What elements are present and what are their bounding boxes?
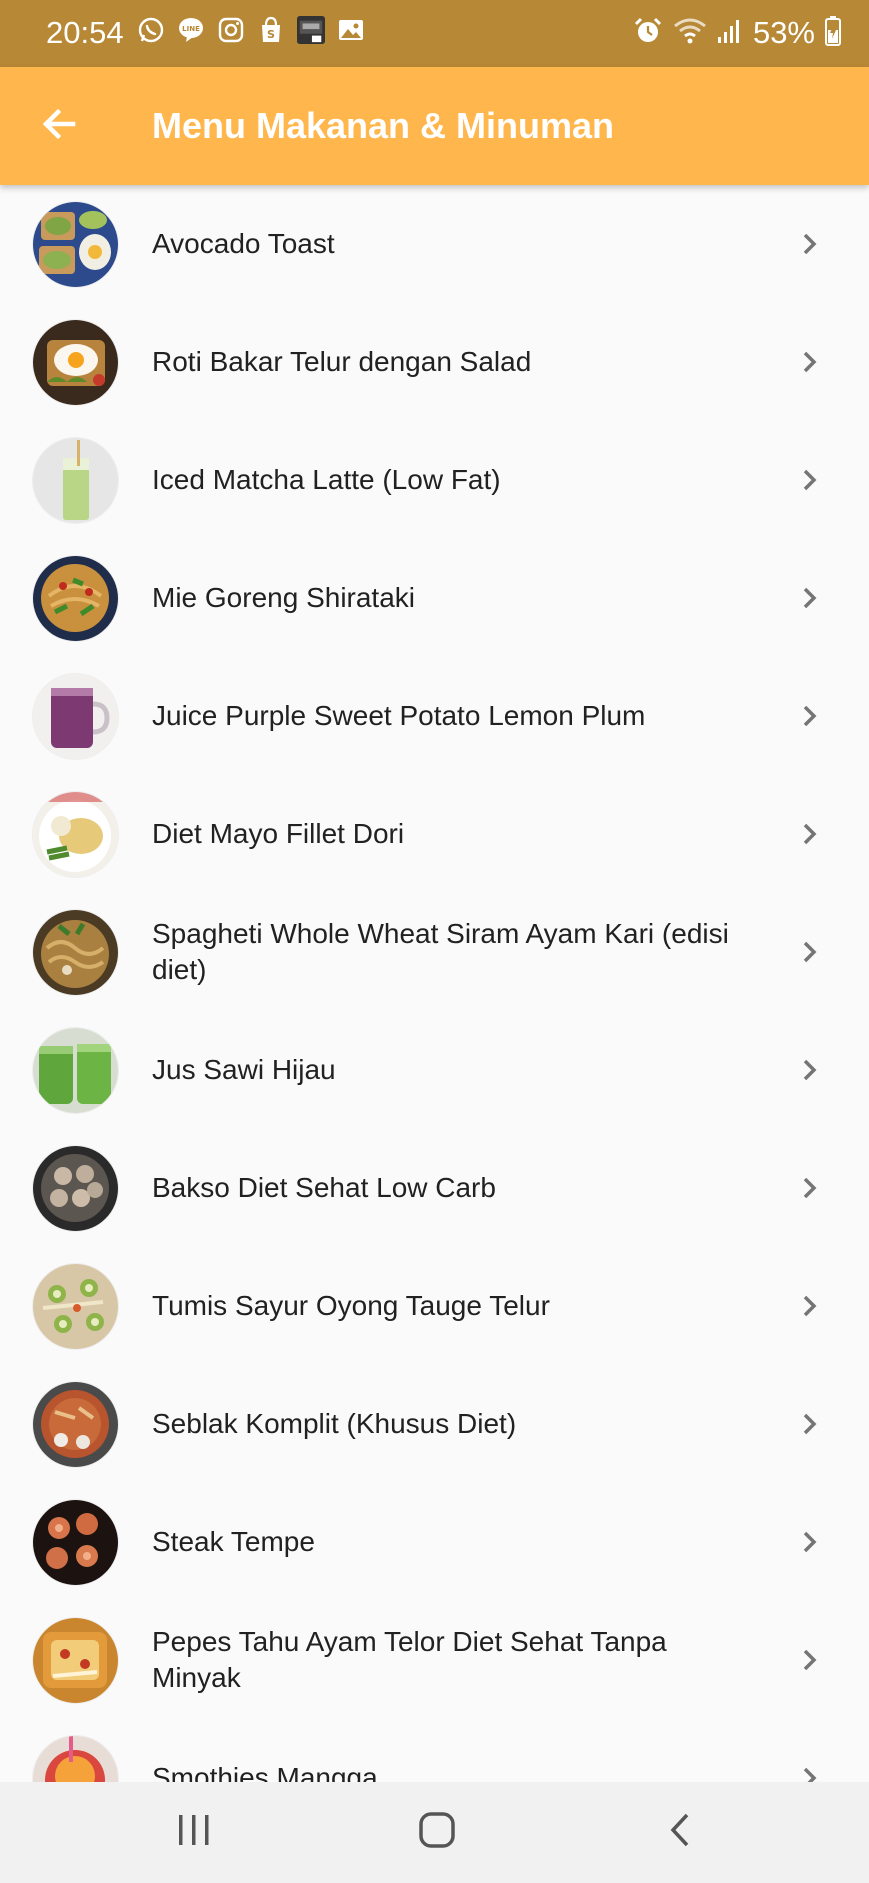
arrow-back-icon	[39, 104, 79, 149]
menu-item-bakso-diet[interactable]: Bakso Diet Sehat Low Carb	[0, 1129, 869, 1247]
status-bar: 20:54 LINE S 53%	[0, 0, 869, 67]
menu-item-steak-tempe[interactable]: Steak Tempe	[0, 1483, 869, 1601]
menu-item-label: Seblak Komplit (Khusus Diet)	[152, 1408, 517, 1439]
home-button[interactable]	[402, 1804, 472, 1860]
menu-item-label: Iced Matcha Latte (Low Fat)	[152, 464, 501, 495]
food-thumbnail	[33, 1264, 118, 1349]
menu-item-spagheti-whole-wheat[interactable]: Spagheti Whole Wheat Siram Ayam Kari (ed…	[0, 893, 869, 1011]
food-thumbnail	[33, 1736, 118, 1782]
chevron-right-icon	[796, 934, 824, 970]
food-thumbnail	[33, 792, 118, 877]
battery-icon	[825, 15, 841, 51]
menu-item-label: Avocado Toast	[152, 228, 335, 259]
home-icon	[418, 1811, 456, 1854]
chevron-right-icon	[796, 1288, 824, 1324]
svg-text:LINE: LINE	[182, 25, 200, 33]
chevron-right-icon	[796, 580, 824, 616]
svg-text:S: S	[267, 28, 275, 41]
menu-item-tumis-sayur-oyong[interactable]: Tumis Sayur Oyong Tauge Telur	[0, 1247, 869, 1365]
food-thumbnail	[33, 1028, 118, 1113]
chevron-right-icon	[796, 1406, 824, 1442]
food-thumbnail	[33, 320, 118, 405]
menu-item-label: Mie Goreng Shirataki	[152, 582, 416, 613]
system-status-icons: 53%	[633, 14, 841, 52]
food-thumbnail	[33, 1146, 118, 1231]
food-thumbnail	[33, 1500, 118, 1585]
chevron-right-icon	[796, 462, 824, 498]
food-thumbnail	[33, 202, 118, 287]
status-time: 20:54	[46, 15, 124, 50]
game-icon	[297, 16, 325, 44]
chevron-right-icon	[796, 698, 824, 734]
battery-percent: 53%	[752, 15, 815, 50]
menu-item-label: Steak Tempe	[152, 1526, 315, 1557]
menu-item-label: Juice Purple Sweet Potato Lemon Plum	[152, 700, 646, 731]
menu-item-label: Diet Mayo Fillet Dori	[152, 818, 405, 849]
menu-item-diet-mayo-fillet-dori[interactable]: Diet Mayo Fillet Dori	[0, 775, 869, 893]
notification-icons: LINE S	[137, 16, 365, 44]
menu-item-label: Pepes Tahu Ayam Telor Diet Sehat Tanpa M…	[152, 1626, 667, 1693]
menu-item-mie-goreng-shirataki[interactable]: Mie Goreng Shirataki	[0, 539, 869, 657]
food-thumbnail	[33, 438, 118, 523]
menu-item-smothies-mangga[interactable]: Smothies Mangga	[0, 1719, 869, 1782]
chevron-right-icon	[796, 1052, 824, 1088]
chevron-right-icon	[796, 226, 824, 262]
menu-item-roti-bakar[interactable]: Roti Bakar Telur dengan Salad	[0, 303, 869, 421]
menu-item-avocado-toast[interactable]: Avocado Toast	[0, 185, 869, 303]
shopee-icon: S	[257, 16, 285, 44]
chevron-right-icon	[796, 1524, 824, 1560]
back-icon	[666, 1811, 694, 1854]
food-thumbnail	[33, 1618, 118, 1703]
menu-item-label: Bakso Diet Sehat Low Carb	[152, 1172, 496, 1203]
menu-item-pepes-tahu-ayam[interactable]: Pepes Tahu Ayam Telor Diet Sehat Tanpa M…	[0, 1601, 869, 1719]
chevron-right-icon	[796, 1760, 824, 1782]
back-button[interactable]	[30, 97, 88, 155]
menu-item-label: Jus Sawi Hijau	[152, 1054, 336, 1085]
line-icon: LINE	[177, 16, 205, 44]
menu-item-label: Roti Bakar Telur dengan Salad	[152, 346, 532, 377]
menu-list[interactable]: Avocado Toast Roti Bakar Telur dengan Sa…	[0, 185, 869, 1782]
food-thumbnail	[33, 556, 118, 641]
food-thumbnail	[33, 910, 118, 995]
chevron-right-icon	[796, 1170, 824, 1206]
signal-icon	[717, 17, 743, 50]
menu-item-iced-matcha-latte[interactable]: Iced Matcha Latte (Low Fat)	[0, 421, 869, 539]
menu-item-juice-purple-sweet-potato[interactable]: Juice Purple Sweet Potato Lemon Plum	[0, 657, 869, 775]
wifi-icon	[673, 16, 707, 51]
recents-button[interactable]	[159, 1804, 229, 1860]
system-navigation-bar	[0, 1782, 869, 1883]
chevron-right-icon	[796, 344, 824, 380]
menu-item-jus-sawi-hijau[interactable]: Jus Sawi Hijau	[0, 1011, 869, 1129]
nav-back-button[interactable]	[645, 1804, 715, 1860]
menu-item-label: Spagheti Whole Wheat Siram Ayam Kari (ed…	[152, 918, 729, 985]
app-bar: Menu Makanan & Minuman	[0, 67, 869, 185]
recents-icon	[176, 1813, 212, 1852]
instagram-icon	[217, 16, 245, 44]
gallery-icon	[337, 16, 365, 44]
whatsapp-icon	[137, 16, 165, 44]
menu-item-label: Smothies Mangga	[152, 1762, 378, 1782]
chevron-right-icon	[796, 1642, 824, 1678]
menu-item-seblak-komplit[interactable]: Seblak Komplit (Khusus Diet)	[0, 1365, 869, 1483]
menu-item-label: Tumis Sayur Oyong Tauge Telur	[152, 1290, 550, 1321]
chevron-right-icon	[796, 816, 824, 852]
food-thumbnail	[33, 1382, 118, 1467]
food-thumbnail	[33, 674, 118, 759]
alarm-icon	[633, 16, 663, 51]
page-title: Menu Makanan & Minuman	[152, 105, 615, 146]
